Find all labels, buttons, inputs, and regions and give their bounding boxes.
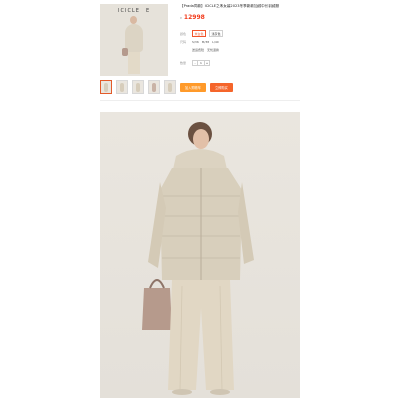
thumbnail-4[interactable] [148, 80, 160, 94]
brand-logo: ICICLE [118, 8, 140, 14]
thumbnail-5[interactable] [164, 80, 176, 94]
option-row-service: 送运费险 无忧退换 [180, 48, 219, 52]
product-title: 【Prada同款】ICICLE之禾女装2023冬季新款加绒中长羽绒服 [180, 4, 280, 8]
quantity-plus-button[interactable]: + [205, 61, 209, 65]
quantity-input[interactable]: 1 [197, 61, 205, 65]
option-label-quantity: 数量 [180, 61, 187, 65]
model-bag [122, 48, 128, 56]
model-head [130, 16, 137, 24]
currency-symbol: ¥ [180, 16, 182, 20]
section-divider [100, 100, 300, 101]
option-label-color: 颜色 [180, 31, 187, 36]
size-option-2[interactable]: M/38 [202, 40, 209, 44]
buy-now-button[interactable]: 立即购买 [209, 83, 233, 92]
option-row-quantity: 数量 - 1 + [180, 60, 210, 66]
price-row: ¥ 12998 [180, 14, 205, 21]
option-label-size: 尺码 [180, 40, 187, 44]
shoe-right [210, 389, 230, 395]
model-face [193, 129, 209, 149]
model-coat [125, 24, 143, 52]
shoe-left [172, 389, 192, 395]
action-buttons: 加入购物车 立即购买 [180, 83, 233, 92]
thumbnail-3[interactable] [132, 80, 144, 94]
add-to-cart-button[interactable]: 加入购物车 [180, 83, 206, 92]
size-option-3[interactable]: L/40 [212, 40, 219, 44]
price-value: 12998 [183, 14, 205, 21]
thumbnail-2[interactable] [116, 80, 128, 94]
quantity-stepper: - 1 + [192, 60, 210, 66]
size-option-1[interactable]: S/36 [192, 40, 199, 44]
service-item-2: 无忧退换 [207, 48, 220, 52]
color-option-1[interactable]: 米白色 [192, 30, 207, 37]
handbag [142, 288, 172, 330]
option-row-color: 颜色 米白色 浅灰色 [180, 30, 224, 37]
option-row-size: 尺码 S/36 M/38 L/40 [180, 40, 219, 44]
service-item-1: 送运费险 [192, 48, 205, 52]
brand-mark: E [146, 8, 150, 14]
model-pants [168, 280, 234, 390]
product-detail-photo [100, 112, 300, 398]
main-product-image[interactable]: ICICLE E [100, 4, 168, 76]
thumbnail-strip [100, 80, 176, 94]
color-option-2[interactable]: 浅灰色 [209, 30, 224, 37]
product-info: 【Prada同款】ICICLE之禾女装2023冬季新款加绒中长羽绒服 ¥ 129… [180, 4, 300, 92]
model-illustration [142, 122, 254, 395]
thumbnail-1[interactable] [100, 80, 112, 94]
model-pants [128, 52, 140, 74]
